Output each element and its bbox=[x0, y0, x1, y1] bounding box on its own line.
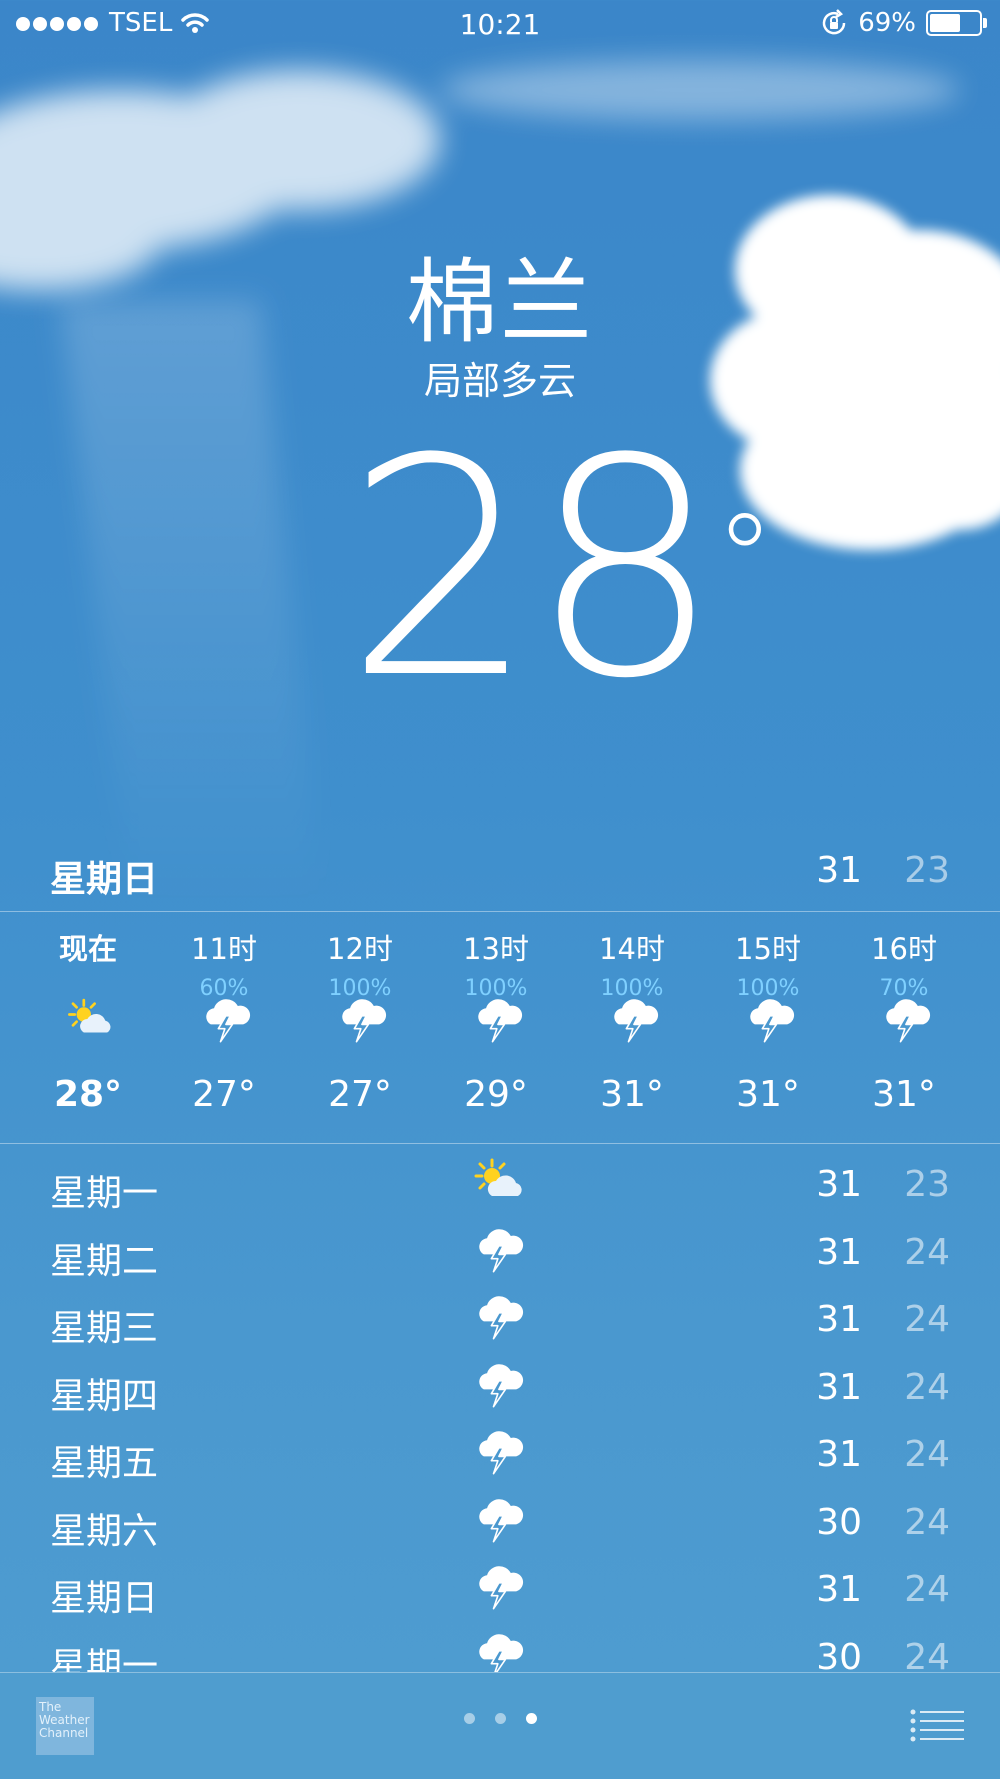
daily-row: 星期二 31 24 bbox=[0, 1228, 1000, 1296]
hourly-item: 16时 70% 31° bbox=[836, 920, 972, 1130]
hourly-item: 11时 60% 27° bbox=[156, 920, 292, 1130]
day-low: 24 bbox=[904, 1434, 950, 1475]
day-high: 31 bbox=[816, 1299, 862, 1340]
page-dot[interactable] bbox=[494, 1713, 506, 1724]
hour-label: 14时 bbox=[599, 932, 665, 966]
today-day-label: 星期日 bbox=[50, 859, 159, 900]
status-bar: TSEL 10:21 69% bbox=[0, 0, 1000, 50]
today-low: 23 bbox=[904, 850, 950, 891]
page-dot[interactable] bbox=[463, 1713, 475, 1724]
day-label: 星期日 bbox=[50, 1578, 159, 1619]
hourly-item: 14时 100% 31° bbox=[564, 920, 700, 1130]
day-high: 31 bbox=[816, 1569, 862, 1610]
current-temperature: 28 ° bbox=[300, 420, 775, 720]
hour-label: 15时 bbox=[735, 932, 801, 966]
city-name: 棉兰 bbox=[405, 249, 594, 356]
day-high: 31 bbox=[816, 1231, 862, 1273]
hour-label: 11时 bbox=[191, 932, 257, 966]
hour-temperature: 31° bbox=[872, 1074, 936, 1115]
page-indicator[interactable] bbox=[0, 1713, 1000, 1724]
hourly-item: 15时 100% 31° bbox=[700, 920, 836, 1130]
day-low: 24 bbox=[904, 1366, 950, 1408]
bottom-toolbar: The Weather Channel bbox=[0, 1672, 1000, 1779]
day-label: 星期四 bbox=[50, 1375, 159, 1417]
day-label: 星期三 bbox=[50, 1308, 159, 1349]
thunderstorm-icon bbox=[470, 1222, 530, 1276]
hour-label: 12时 bbox=[327, 932, 393, 966]
hourly-forecast-strip[interactable]: 现在 28° 11时 60% 27° 12时 100% 27° 13时 100% 29° 14时 100… bbox=[20, 920, 980, 1130]
daily-row: 星期六 30 24 bbox=[0, 1498, 1000, 1566]
rotation-lock-icon bbox=[822, 9, 846, 35]
partly-cloudy-icon bbox=[64, 992, 114, 1052]
thunderstorm-icon bbox=[470, 1289, 530, 1343]
page-dot[interactable] bbox=[525, 1713, 537, 1724]
degree-symbol: ° bbox=[714, 490, 775, 629]
hour-temperature: 27° bbox=[192, 1074, 256, 1115]
thunderstorm-icon bbox=[744, 992, 795, 1052]
day-label: 星期六 bbox=[50, 1510, 159, 1552]
city-list-icon[interactable] bbox=[910, 1709, 964, 1743]
day-low: 24 bbox=[904, 1231, 950, 1273]
daily-forecast-list[interactable]: 星期一 31 23 星期二 31 24 星期三 31 24 星期四 31 24 星期五 31 24 星期六 30… bbox=[0, 1158, 1000, 1700]
day-label: 星期五 bbox=[50, 1443, 159, 1484]
thunderstorm-icon bbox=[470, 1492, 530, 1546]
hour-temperature: 29° bbox=[464, 1074, 528, 1115]
thunderstorm-icon bbox=[470, 1559, 530, 1613]
weather-channel-logo[interactable]: The Weather Channel bbox=[36, 1697, 94, 1755]
day-low: 24 bbox=[904, 1299, 950, 1340]
hour-label: 13时 bbox=[463, 932, 529, 966]
hour-temperature: 31° bbox=[600, 1074, 664, 1115]
day-label: 星期一 bbox=[50, 1173, 159, 1214]
hour-label: 现在 bbox=[58, 932, 117, 966]
day-high: 31 bbox=[816, 1434, 862, 1475]
divider bbox=[0, 1143, 1000, 1144]
daily-row: 星期五 31 24 bbox=[0, 1430, 1000, 1498]
thunderstorm-icon bbox=[200, 992, 251, 1052]
hour-temperature: 27° bbox=[328, 1074, 392, 1115]
today-summary-row: 星期日 31 23 bbox=[0, 850, 1000, 906]
day-low: 24 bbox=[904, 1501, 950, 1543]
day-high: 30 bbox=[816, 1501, 862, 1543]
thunderstorm-icon bbox=[470, 1424, 530, 1478]
thunderstorm-icon bbox=[608, 992, 659, 1052]
hourly-item: 13时 100% 29° bbox=[428, 920, 564, 1130]
thunderstorm-icon bbox=[336, 992, 387, 1052]
battery-icon bbox=[926, 10, 987, 36]
hour-temperature: 28° bbox=[53, 1074, 123, 1115]
hour-label: 16时 bbox=[871, 932, 937, 966]
daily-row: 星期四 31 24 bbox=[0, 1363, 1000, 1431]
hourly-item: 现在 28° bbox=[20, 920, 156, 1130]
day-high: 31 bbox=[816, 1366, 862, 1408]
daily-row: 星期日 31 24 bbox=[0, 1565, 1000, 1633]
day-high: 31 bbox=[816, 1164, 862, 1205]
thunderstorm-icon bbox=[470, 1357, 530, 1411]
day-low: 23 bbox=[904, 1164, 950, 1205]
day-low: 24 bbox=[904, 1569, 950, 1610]
daily-row: 星期三 31 24 bbox=[0, 1295, 1000, 1363]
thunderstorm-icon bbox=[472, 992, 523, 1052]
hour-temperature: 31° bbox=[736, 1074, 800, 1115]
partly-cloudy-icon bbox=[470, 1154, 530, 1208]
daily-row: 星期一 31 23 bbox=[0, 1158, 1000, 1228]
battery-percent: 69% bbox=[858, 8, 916, 38]
divider bbox=[0, 911, 1000, 912]
today-high: 31 bbox=[816, 850, 862, 891]
hourly-item: 12时 100% 27° bbox=[292, 920, 428, 1130]
thunderstorm-icon bbox=[880, 992, 931, 1052]
current-temperature-value: 28 bbox=[345, 395, 721, 744]
day-label: 星期二 bbox=[50, 1240, 159, 1282]
